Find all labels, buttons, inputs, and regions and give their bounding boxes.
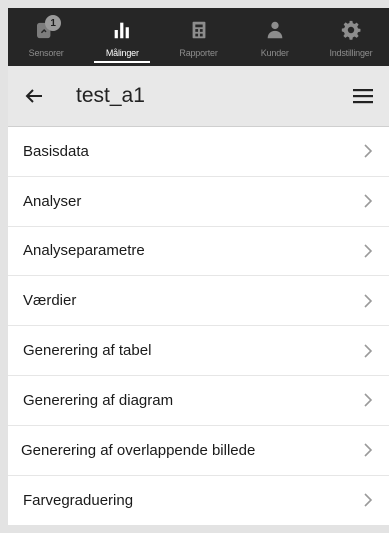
list-item-label: Basisdata: [23, 142, 89, 160]
list-item-label: Generering af tabel: [23, 342, 152, 360]
tab-sensorer[interactable]: 1 Sensorer: [8, 8, 84, 66]
chevron-right-icon: [361, 244, 375, 258]
back-button[interactable]: [14, 76, 54, 116]
list-item-generering-diagram[interactable]: Generering af diagram: [8, 376, 389, 426]
bar-chart-icon: [109, 18, 135, 42]
list-item-label: Generering af overlappende billede: [21, 441, 256, 459]
list-item-analyseparametre[interactable]: Analyseparametre: [8, 227, 389, 277]
back-arrow-icon: [25, 89, 42, 103]
list-item-analyser[interactable]: Analyser: [8, 177, 389, 227]
menu-list: Basisdata Analyser Analyseparametre Værd…: [8, 127, 389, 526]
tab-rapporter[interactable]: Rapporter: [160, 8, 236, 66]
list-item-generering-tabel[interactable]: Generering af tabel: [8, 326, 389, 376]
tab-label: Sensorer: [28, 48, 64, 58]
list-item-generering-overlappende-billede[interactable]: Generering af overlappende billede: [8, 426, 389, 476]
page-title: test_a1: [76, 84, 145, 107]
tab-label: Indstillinger: [329, 48, 373, 58]
list-item-label: Analyseparametre: [23, 242, 145, 260]
chevron-right-icon: [361, 294, 375, 308]
list-item-vaerdier[interactable]: Værdier: [8, 276, 389, 327]
list-item-label: Analyser: [23, 192, 82, 210]
menu-button[interactable]: [343, 76, 383, 116]
report-icon: [186, 18, 212, 42]
list-item-label: Værdier: [23, 292, 77, 310]
tab-label: Målinger: [105, 48, 139, 58]
tab-malinger[interactable]: Målinger: [84, 8, 160, 66]
hamburger-menu-icon: [353, 89, 373, 104]
chevron-right-icon: [361, 443, 375, 457]
chevron-right-icon: [361, 344, 375, 358]
chevron-right-icon: [361, 144, 375, 158]
list-item-label: Farvegraduering: [23, 491, 134, 509]
sensor-badge: 1: [45, 15, 62, 31]
gear-icon: [338, 18, 364, 42]
tab-label: Kunder: [260, 48, 289, 58]
top-tab-bar: 1 Sensorer Målinger Rapporter Kunder Ind…: [8, 8, 389, 66]
sensor-icon: 1: [33, 15, 62, 42]
customers-icon: [262, 18, 288, 42]
chevron-right-icon: [361, 194, 375, 208]
tab-indstillinger[interactable]: Indstillinger: [313, 8, 389, 66]
page-header: test_a1: [8, 66, 389, 127]
list-item-basisdata[interactable]: Basisdata: [8, 127, 389, 177]
chevron-right-icon: [361, 393, 375, 407]
tab-kunder[interactable]: Kunder: [237, 8, 313, 66]
app-screen: 1 Sensorer Målinger Rapporter Kunder Ind…: [0, 0, 389, 533]
list-item-farvegraduering[interactable]: Farvegraduering: [8, 476, 389, 526]
chevron-right-icon: [361, 493, 375, 508]
tab-label: Rapporter: [179, 48, 218, 58]
list-item-label: Generering af diagram: [23, 391, 174, 409]
